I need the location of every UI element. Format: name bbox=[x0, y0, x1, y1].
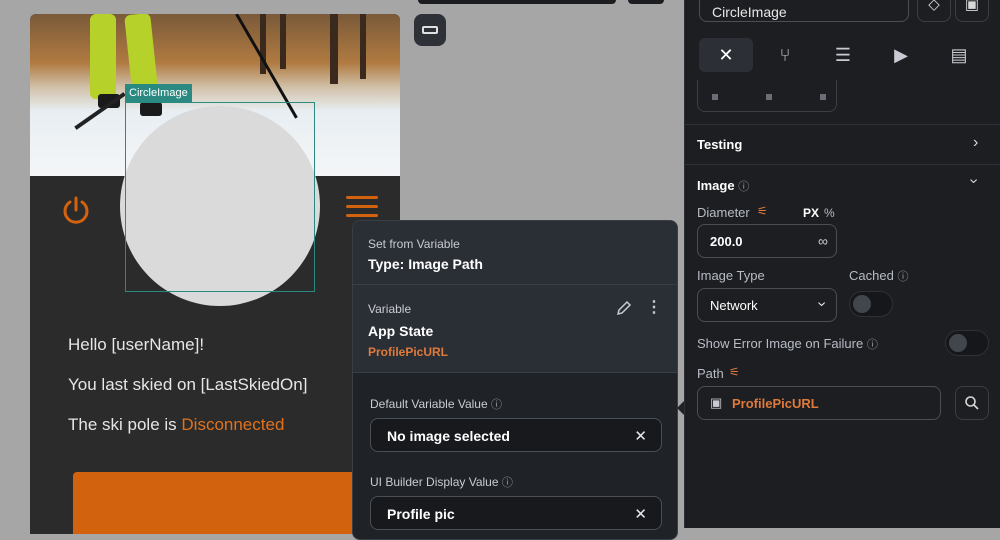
chevron-down-icon: › bbox=[813, 301, 831, 307]
unit-percent[interactable]: % bbox=[824, 206, 835, 220]
tab-animations[interactable]: ▶ bbox=[886, 40, 916, 70]
play-icon: ▶ bbox=[894, 45, 908, 65]
greeting-text: Hello [userName]! bbox=[68, 335, 205, 354]
diameter-input[interactable]: 200.0 ∞ bbox=[697, 224, 837, 258]
widget-name-text: CircleImage bbox=[712, 4, 787, 20]
variable-name: ProfilePicURL bbox=[368, 345, 449, 359]
default-value-field[interactable]: No image selected ✕ bbox=[370, 418, 662, 452]
info-icon: ⓘ bbox=[897, 271, 909, 283]
document-icon: ▤ bbox=[950, 45, 968, 65]
info-icon: ⓘ bbox=[501, 477, 513, 489]
image-type-value: Network bbox=[710, 298, 758, 313]
ui-display-label-text: UI Builder Display Value bbox=[370, 475, 499, 489]
selection-outline bbox=[125, 102, 315, 292]
info-icon: ⓘ bbox=[866, 339, 878, 351]
ui-display-field[interactable]: Profile pic ✕ bbox=[370, 496, 662, 530]
selection-tag: CircleImage bbox=[125, 84, 192, 102]
show-error-label-text: Show Error Image on Failure bbox=[697, 336, 864, 351]
testing-section-title[interactable]: Testing bbox=[697, 137, 742, 152]
default-value-text: No image selected bbox=[387, 428, 510, 444]
tools-icon: ✕ bbox=[718, 45, 734, 65]
edit-icon[interactable] bbox=[615, 299, 633, 317]
image-type-label: Image Type bbox=[697, 268, 765, 283]
more-vertical-icon[interactable]: ⋮ bbox=[645, 299, 663, 317]
database-icon: ☰ bbox=[834, 45, 852, 65]
close-icon[interactable]: ✕ bbox=[634, 505, 647, 523]
tab-backend[interactable]: ☰ bbox=[828, 40, 858, 70]
info-icon: ⓘ bbox=[738, 181, 750, 193]
path-value: ProfilePicURL bbox=[732, 396, 819, 411]
sliders-icon[interactable]: ⚟ bbox=[757, 204, 768, 218]
power-icon[interactable] bbox=[60, 194, 92, 226]
show-error-label: Show Error Image on Failure ⓘ bbox=[697, 336, 878, 352]
path-field[interactable]: ▣ ProfilePicURL bbox=[697, 386, 941, 420]
set-from-variable-popup: Set from Variable Type: Image Path Varia… bbox=[352, 220, 678, 540]
diameter-value: 200.0 bbox=[710, 234, 743, 249]
default-value-label: Default Variable Value ⓘ bbox=[370, 396, 502, 412]
ui-display-label: UI Builder Display Value ⓘ bbox=[370, 474, 513, 490]
info-icon: ⓘ bbox=[490, 399, 502, 411]
infinity-icon[interactable]: ∞ bbox=[818, 233, 828, 249]
cached-label-text: Cached bbox=[849, 268, 894, 283]
ai-icon[interactable]: ▣ bbox=[955, 0, 989, 22]
partial-control-group bbox=[697, 80, 837, 112]
variable-section[interactable]: Variable App State ProfilePicURL ⋮ bbox=[353, 285, 677, 373]
close-icon[interactable]: ✕ bbox=[634, 427, 647, 445]
widget-toggle-button[interactable] bbox=[414, 14, 446, 46]
chevron-down-icon[interactable]: › bbox=[965, 178, 983, 183]
image-section-title[interactable]: Image ⓘ bbox=[697, 178, 749, 194]
popup-header-label: Set from Variable bbox=[368, 237, 460, 251]
diamond-icon[interactable]: ◇ bbox=[917, 0, 951, 22]
image-icon: ▣ bbox=[710, 395, 723, 410]
variable-label: Variable bbox=[368, 302, 412, 316]
pole-status-prefix: The ski pole is bbox=[68, 415, 182, 434]
variable-source: App State bbox=[368, 323, 434, 339]
default-value-label-text: Default Variable Value bbox=[370, 397, 488, 411]
search-icon[interactable] bbox=[955, 386, 989, 420]
tab-actions[interactable]: ⑂ bbox=[770, 40, 800, 70]
connect-button[interactable] bbox=[73, 472, 373, 534]
chevron-right-icon[interactable]: › bbox=[973, 134, 978, 152]
tab-properties[interactable]: ✕ bbox=[699, 38, 753, 72]
pole-status-value: Disconnected bbox=[181, 415, 285, 434]
phone-preview: CircleImage Hello [userName]! You last s… bbox=[30, 14, 400, 534]
ui-display-text: Profile pic bbox=[387, 506, 455, 522]
show-error-toggle[interactable] bbox=[945, 330, 989, 356]
unit-px[interactable]: PX bbox=[803, 206, 819, 220]
diameter-label: Diameter bbox=[697, 205, 750, 220]
popup-header-type: Type: Image Path bbox=[368, 256, 483, 272]
last-skied-text: You last skied on [LastSkiedOn] bbox=[68, 375, 308, 394]
top-toolbar-stub bbox=[418, 0, 616, 4]
sliders-icon[interactable]: ⚟ bbox=[729, 365, 740, 379]
branch-icon: ⑂ bbox=[779, 45, 791, 65]
properties-panel: CircleImage ◇ ▣ ✕ ⑂ ☰ ▶ ▤ Testing › Imag… bbox=[684, 0, 1000, 528]
popup-header: Set from Variable Type: Image Path bbox=[353, 221, 677, 285]
widget-name-field[interactable]: CircleImage bbox=[699, 0, 909, 22]
cached-label: Cached ⓘ bbox=[849, 268, 908, 284]
cached-toggle[interactable] bbox=[849, 291, 893, 317]
path-label: Path bbox=[697, 366, 724, 381]
menu-icon[interactable] bbox=[346, 194, 378, 218]
top-toolbar-stub-2 bbox=[628, 0, 664, 4]
pole-status-text: The ski pole is Disconnected bbox=[68, 415, 284, 435]
image-section-text: Image bbox=[697, 178, 735, 193]
image-type-select[interactable]: Network › bbox=[697, 288, 837, 322]
tab-docs[interactable]: ▤ bbox=[944, 40, 974, 70]
